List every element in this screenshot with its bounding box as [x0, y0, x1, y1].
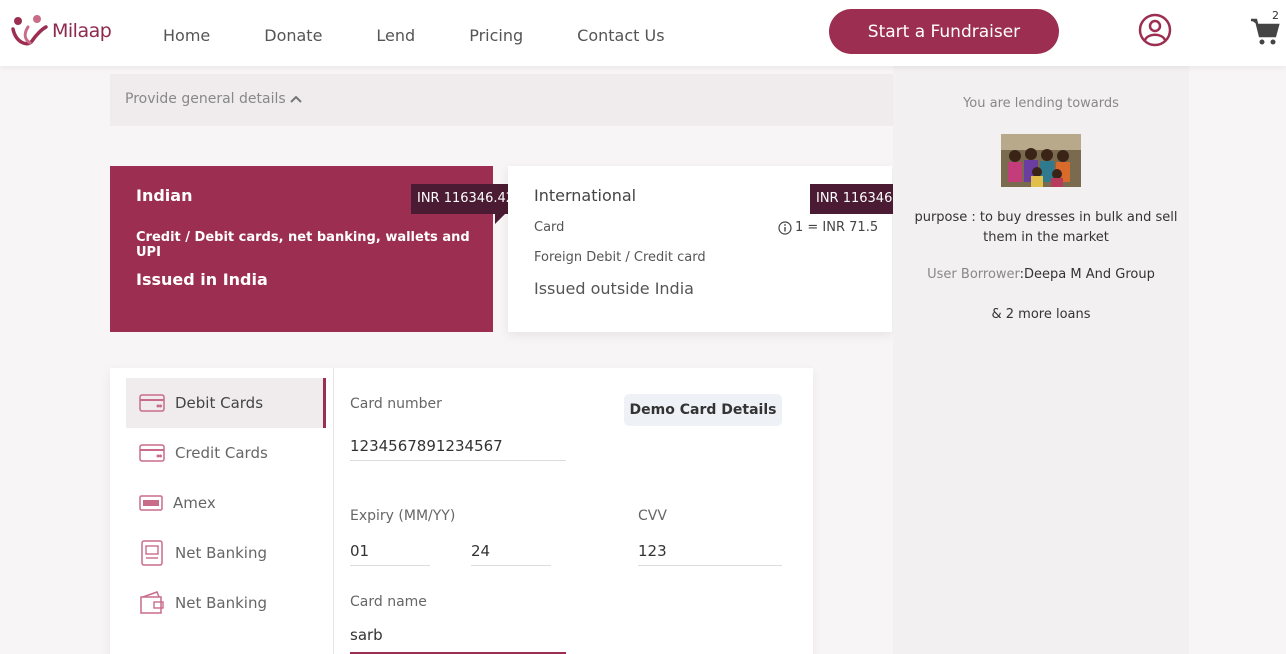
nav-donate[interactable]: Donate	[264, 26, 322, 45]
exchange-rate: 1 = INR 71.5	[778, 220, 878, 235]
bank-icon	[141, 540, 163, 566]
international-issued: Issued outside India	[534, 279, 694, 298]
payment-method-debit-cards[interactable]: Debit Cards	[126, 378, 326, 428]
payment-method-label: Net Banking	[175, 594, 267, 612]
more-loans-link[interactable]: & 2 more loans	[893, 307, 1189, 322]
borrower-name: :Deepa M And Group	[1019, 267, 1155, 282]
start-fundraiser-button[interactable]: Start a Fundraiser	[829, 9, 1059, 54]
indian-methods: Credit / Debit cards, net banking, walle…	[136, 230, 470, 260]
nav-contact-us[interactable]: Contact Us	[577, 26, 664, 45]
cart-count-badge: 2	[1272, 9, 1279, 22]
payment-panel: Debit Cards Credit Cards Amex Net Bankin…	[110, 368, 813, 654]
wallet-icon	[140, 591, 164, 614]
payment-method-wallet[interactable]: Net Banking	[126, 578, 326, 628]
indian-amount-tag: INR 116346.42	[411, 184, 521, 224]
borrower-photo	[1001, 134, 1081, 187]
card-icon	[139, 394, 165, 412]
milaap-logo[interactable]: Milaap	[10, 13, 112, 49]
lending-towards-label: You are lending towards	[963, 96, 1119, 111]
card-number-input[interactable]	[350, 431, 566, 461]
international-title: International	[534, 186, 637, 205]
international-card-label: Card	[534, 220, 565, 235]
nav-lend[interactable]: Lend	[376, 26, 415, 45]
loan-purpose: purpose : to buy dresses in bulk and sel…	[914, 210, 1178, 245]
demo-card-details-button[interactable]: Demo Card Details	[624, 394, 782, 426]
card-icon	[139, 444, 165, 462]
top-header: Milaap Home Donate Lend Pricing Contact …	[0, 0, 1286, 66]
expiry-year-input[interactable]	[471, 536, 551, 566]
indian-title: Indian	[136, 186, 193, 205]
brand-name: Milaap	[52, 20, 112, 42]
milaap-logo-icon	[11, 15, 48, 46]
amex-icon	[139, 495, 163, 511]
payment-method-credit-cards[interactable]: Credit Cards	[126, 428, 326, 478]
profile-icon[interactable]	[1138, 13, 1172, 47]
panel-divider	[333, 368, 334, 654]
card-number-label: Card number	[350, 396, 442, 412]
payment-method-label: Credit Cards	[175, 444, 268, 462]
expiry-month-input[interactable]	[350, 536, 430, 566]
exchange-rate-text: 1 = INR 71.5	[795, 220, 879, 235]
nav-home[interactable]: Home	[163, 26, 210, 45]
payment-method-amex[interactable]: Amex	[126, 478, 326, 528]
cvv-label: CVV	[638, 508, 667, 524]
indian-issued: Issued in India	[136, 270, 268, 289]
info-icon	[778, 220, 792, 235]
expiry-label: Expiry (MM/YY)	[350, 508, 456, 524]
payment-method-label: Amex	[173, 494, 216, 512]
main-nav: Home Donate Lend Pricing Contact Us	[163, 26, 719, 45]
payment-method-label: Net Banking	[175, 544, 267, 562]
general-details-toggle[interactable]: Provide general details	[110, 74, 893, 126]
international-foreign-label: Foreign Debit / Credit card	[534, 250, 706, 265]
general-details-label: Provide general details	[125, 91, 286, 107]
nav-pricing[interactable]: Pricing	[469, 26, 523, 45]
chevron-up-icon	[290, 95, 302, 103]
card-name-input[interactable]	[350, 618, 566, 654]
card-name-label: Card name	[350, 594, 427, 610]
payment-method-list: Debit Cards Credit Cards Amex Net Bankin…	[126, 378, 326, 628]
payment-method-net-banking[interactable]: Net Banking	[126, 528, 326, 578]
lending-summary-panel: You are lending towards purpose : to buy…	[893, 66, 1189, 654]
cvv-input[interactable]	[638, 536, 782, 566]
borrower-key: User Borrower	[927, 267, 1020, 282]
payment-method-label: Debit Cards	[175, 394, 264, 412]
borrower-info: User Borrower:Deepa M And Group	[893, 267, 1189, 282]
